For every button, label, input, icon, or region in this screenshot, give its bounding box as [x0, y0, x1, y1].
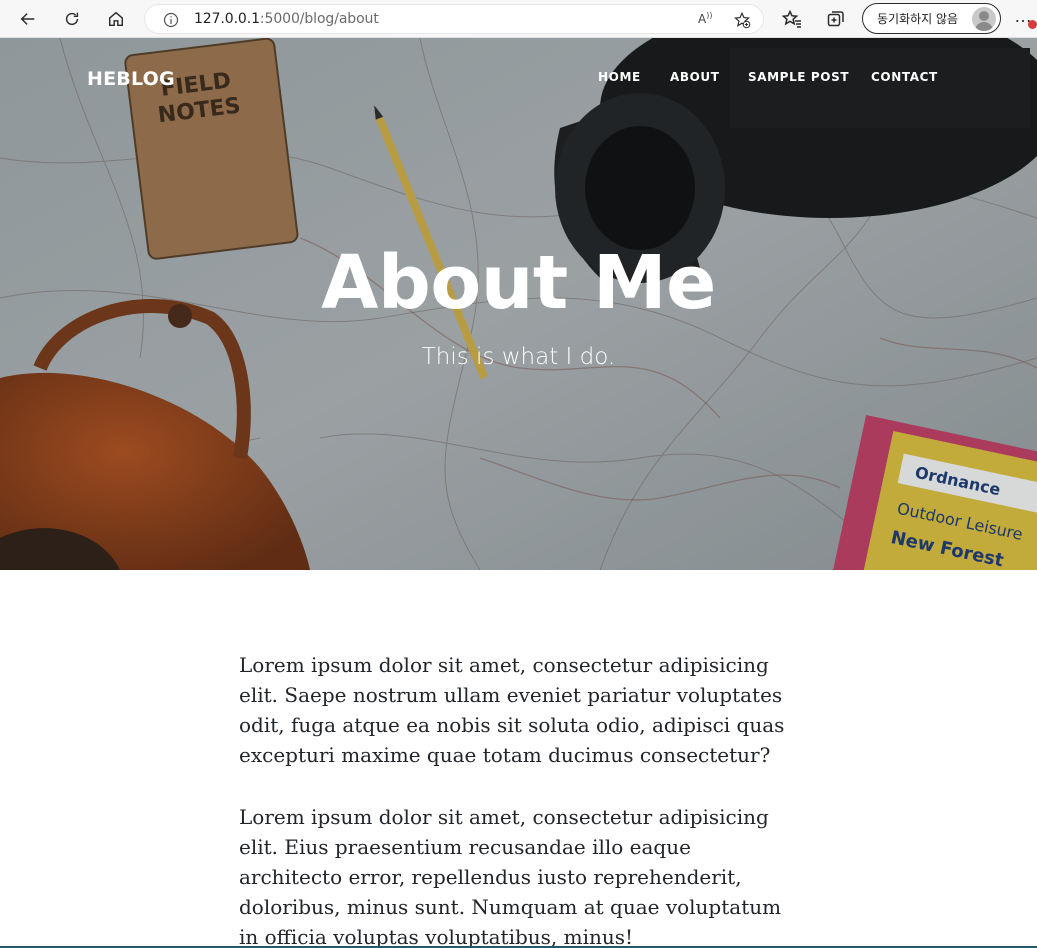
- back-button[interactable]: [14, 5, 42, 33]
- star-list-icon: [781, 9, 801, 28]
- sync-profile-button[interactable]: 동기화하지 않음: [862, 3, 1001, 34]
- read-aloud-icon[interactable]: A)): [698, 11, 712, 26]
- site-brand-link[interactable]: HEBLOG: [87, 68, 175, 90]
- reload-button[interactable]: [58, 5, 86, 33]
- collections-button[interactable]: [826, 9, 846, 29]
- favorites-button[interactable]: [781, 9, 802, 29]
- content-paragraph: Lorem ipsum dolor sit amet, consectetur …: [239, 805, 782, 948]
- nav-contact[interactable]: CONTACT: [871, 70, 938, 84]
- address-bar[interactable]: 127.0.0.1:5000/blog/about A)): [144, 4, 764, 34]
- nav-sample-post[interactable]: SAMPLE POST: [748, 70, 849, 84]
- about-content: Lorem ipsum dolor sit amet, consectetur …: [239, 650, 799, 948]
- refresh-icon: [65, 12, 79, 26]
- info-icon[interactable]: [163, 12, 179, 28]
- star-plus-icon[interactable]: [733, 11, 751, 29]
- arrow-left-icon: [20, 13, 35, 25]
- nav-home[interactable]: HOME: [598, 70, 641, 84]
- masthead: FIELD NOTES Ordnance Outdoor Leisure New…: [0, 38, 1037, 570]
- page-subtitle: This is what I do.: [421, 344, 616, 370]
- browser-toolbar: 127.0.0.1:5000/blog/about A)) 동기화하지 않음 …: [0, 0, 1037, 38]
- notification-badge: [1028, 20, 1037, 29]
- home-button[interactable]: [102, 5, 130, 33]
- home-icon: [108, 11, 124, 27]
- page-title: About Me: [321, 240, 716, 326]
- content-paragraph: Lorem ipsum dolor sit amet, consectetur …: [239, 653, 785, 767]
- nav-about[interactable]: ABOUT: [670, 70, 720, 84]
- avatar: [972, 7, 996, 31]
- collections-icon: [827, 11, 844, 27]
- url-text[interactable]: 127.0.0.1:5000/blog/about: [194, 11, 379, 27]
- url-host: 127.0.0.1: [194, 11, 260, 27]
- sync-status-label: 동기화하지 않음: [877, 12, 959, 26]
- url-path: :5000/blog/about: [259, 11, 379, 27]
